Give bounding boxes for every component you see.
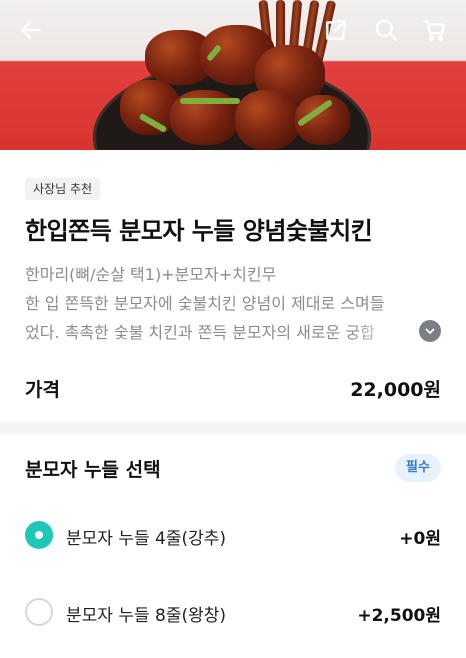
cart-icon[interactable] bbox=[417, 12, 453, 48]
owner-recommend-badge: 사장님 추천 bbox=[25, 178, 101, 200]
search-icon[interactable] bbox=[368, 12, 404, 48]
option-price: +2,500원 bbox=[357, 606, 441, 626]
option-label: 분모자 누들 8줄(왕창) bbox=[66, 606, 227, 626]
description-line: 한마리(뼈/순살 택1)+분모자+치킨무 bbox=[25, 265, 277, 284]
product-title: 한입쫀득 분모자 누들 양념숯불치킨 bbox=[25, 217, 373, 245]
top-navigation-bar bbox=[0, 0, 466, 60]
price-row: 가격 22,000원 bbox=[25, 373, 441, 403]
option-item-4-strands[interactable]: 분모자 누들 4줄(강추) +0원 bbox=[0, 510, 466, 560]
section-divider bbox=[0, 422, 466, 434]
description-line: 한 입 쫀뜩한 분모자에 숯불치킨 양념이 제대로 스며들 bbox=[25, 294, 385, 313]
description-fade bbox=[350, 318, 420, 346]
option-item-8-strands[interactable]: 분모자 누들 8줄(왕창) +2,500원 bbox=[0, 587, 466, 637]
price-value: 22,000원 bbox=[350, 379, 441, 401]
price-label: 가격 bbox=[25, 379, 60, 401]
chicken-piece-image bbox=[235, 90, 300, 150]
expand-description-button[interactable] bbox=[419, 320, 441, 342]
back-arrow-icon[interactable] bbox=[13, 12, 49, 48]
radio-unselected[interactable] bbox=[25, 598, 53, 626]
chevron-down-icon bbox=[425, 328, 435, 334]
option-label: 분모자 누들 4줄(강추) bbox=[66, 529, 227, 549]
required-badge: 필수 bbox=[395, 454, 441, 482]
scallion-garnish-image bbox=[180, 98, 240, 104]
share-external-icon[interactable] bbox=[318, 12, 354, 48]
option-price: +0원 bbox=[399, 529, 441, 549]
option-group-title: 분모자 누들 선택 bbox=[25, 459, 161, 481]
radio-selected[interactable] bbox=[25, 521, 53, 549]
